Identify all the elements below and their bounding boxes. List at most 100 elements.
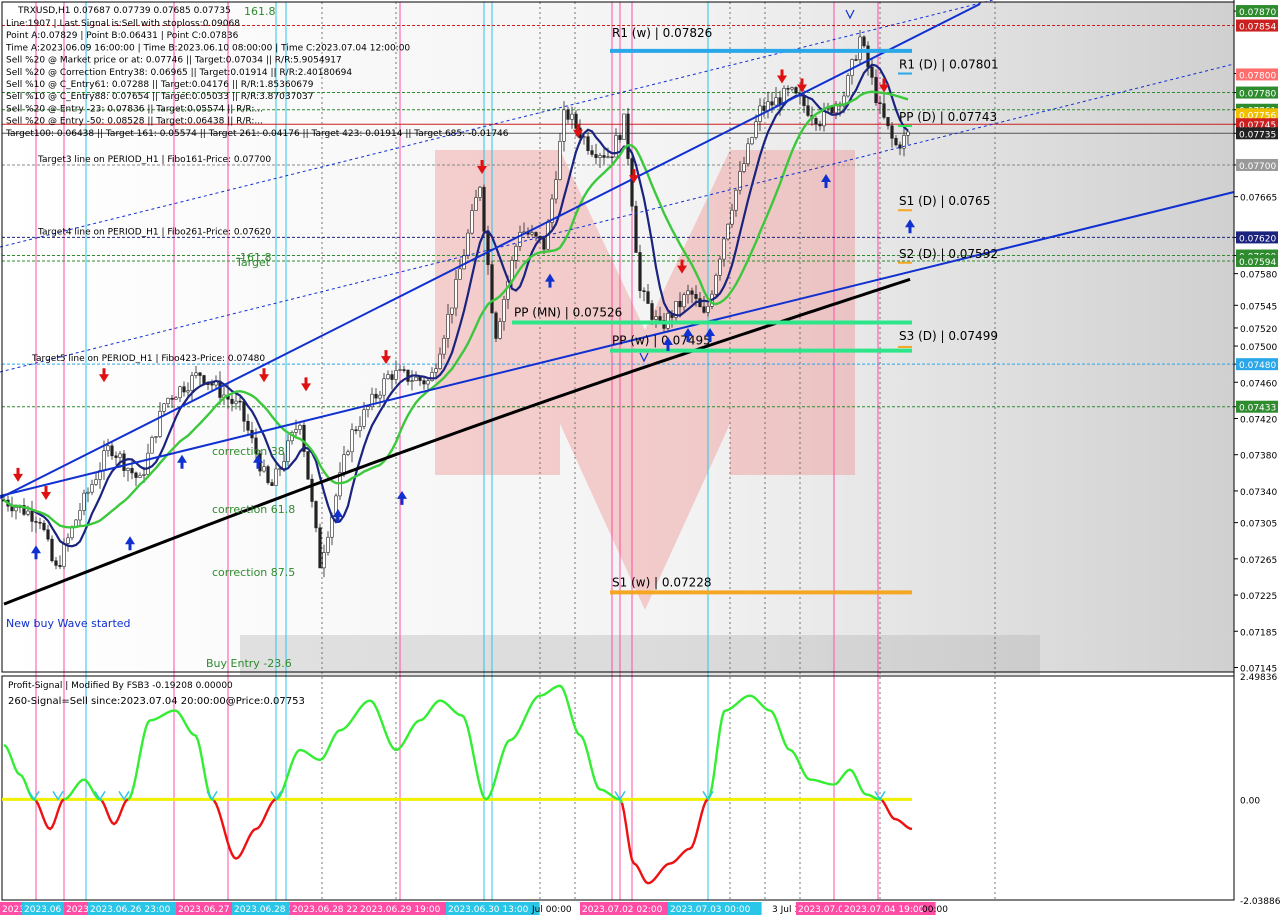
- candle-body: [642, 290, 646, 292]
- time-axis-label: 2023.06.29 19:00: [360, 905, 441, 915]
- candle-body: [30, 510, 34, 522]
- candle-body: [50, 538, 54, 562]
- pivot-level-label: R1 (D) | 0.07801: [899, 58, 999, 72]
- candle-body: [126, 468, 130, 471]
- price-tag: 0.07735: [1236, 127, 1278, 140]
- candle-body: [390, 374, 394, 380]
- chart-annotation: correction 87.5: [212, 566, 295, 579]
- candle-body: [586, 136, 590, 151]
- candle-body: [322, 552, 326, 569]
- candle-body: [694, 294, 698, 299]
- oscillator-title: Profit-Signal | Modified By FSB3 -0.1920…: [8, 681, 233, 691]
- price-tag: 0.07620: [1236, 231, 1278, 244]
- candle-body: [142, 474, 146, 476]
- candle-body: [906, 131, 910, 136]
- pivot-level-label: S3 (D) | 0.07499: [899, 329, 998, 343]
- price-tag-label: 0.07800: [1239, 71, 1276, 81]
- candle-body: [486, 231, 490, 265]
- candle-body: [366, 406, 370, 410]
- candle-body: [846, 75, 850, 97]
- candle-body: [378, 394, 382, 399]
- candle-body: [382, 378, 386, 396]
- candle-body: [894, 138, 898, 146]
- price-axis-label: 0.07580: [1240, 271, 1277, 281]
- candle-body: [418, 376, 422, 381]
- candle-body: [602, 155, 606, 158]
- candle-body: [702, 306, 706, 313]
- candle-body: [858, 36, 862, 61]
- candle-body: [598, 155, 602, 158]
- time-axis-tick: 2023.06.29 19:00: [358, 902, 452, 915]
- signal-info-text: Target100: 0.06438 || Target 161: 0.0557…: [5, 129, 509, 139]
- price-axis-label: 0.07340: [1240, 488, 1277, 498]
- candle-body: [62, 543, 66, 567]
- candle-body: [274, 468, 278, 486]
- price-tag-label: 0.07620: [1239, 234, 1276, 244]
- candle-body: [178, 386, 182, 399]
- candle-body: [162, 403, 166, 412]
- candle-body: [478, 186, 482, 198]
- candle-body: [442, 337, 446, 355]
- price-axis-label: 0.07185: [1240, 628, 1277, 638]
- candle-body: [462, 255, 466, 270]
- candle-body: [46, 529, 50, 540]
- candle-body: [610, 156, 614, 159]
- target-line-label: Target3 line on PERIOD_H1 | Fibo161-Pric…: [37, 155, 271, 165]
- candle-body: [690, 290, 694, 295]
- candle-body: [722, 238, 726, 260]
- candle-body: [190, 375, 194, 391]
- candle-body: [658, 316, 662, 321]
- time-axis-tick: Jul 00:00: [531, 905, 572, 915]
- price-axis-label: 0.07500: [1240, 343, 1277, 353]
- candle-body: [182, 386, 186, 393]
- candle-body: [406, 369, 410, 382]
- trading-chart: R1 (w) | 0.07826 R1 (D) | 0.07801 PP (D) |…: [0, 0, 1280, 920]
- price-tag-label: 0.07735: [1239, 130, 1276, 140]
- candle-body: [606, 156, 610, 159]
- candle-body: [774, 97, 778, 106]
- chart-annotation: New buy Wave started: [6, 617, 131, 630]
- candle-body: [346, 451, 350, 455]
- candle-body: [54, 560, 58, 566]
- candle-body: [234, 400, 238, 404]
- candle-body: [654, 316, 658, 320]
- candle-body: [198, 372, 202, 376]
- candle-body: [514, 246, 518, 261]
- symbol-info-text: TRXUSD,H1 0.07687 0.07739 0.07685 0.0773…: [17, 6, 231, 16]
- candle-body: [102, 450, 106, 471]
- candle-body: [326, 536, 330, 553]
- candle-body: [650, 303, 654, 320]
- time-axis-label: 2023.06.26 23:00: [90, 905, 171, 915]
- candle-body: [534, 232, 538, 237]
- candle-body: [130, 468, 134, 474]
- price-tag-label: 0.07870: [1239, 8, 1276, 18]
- chart-annotation: -161.8: [236, 251, 271, 264]
- candle-body: [718, 258, 722, 276]
- time-axis-tick: 2023.06.26 23:00: [88, 902, 182, 915]
- candle-body: [318, 527, 322, 569]
- price-tag-label: 0.07480: [1239, 361, 1276, 371]
- time-axis-tick: 2023.07.03 00:00: [668, 902, 762, 915]
- candle-body: [874, 77, 878, 104]
- price-tag: 0.07854: [1236, 19, 1278, 33]
- price-tag-label: 0.07854: [1239, 23, 1276, 33]
- candle-body: [806, 105, 810, 116]
- candle-body: [146, 452, 150, 475]
- price-tag: 0.07780: [1236, 86, 1278, 100]
- candle-body: [886, 117, 890, 127]
- candle-body: [90, 484, 94, 493]
- candle-body: [186, 390, 190, 393]
- candle-body: [266, 466, 270, 483]
- time-axis-tick: 00:00: [922, 905, 948, 915]
- candle-body: [554, 179, 558, 200]
- signal-info-text: Time A:2023.06.09 16:00:00 | Time B:2023…: [5, 43, 410, 53]
- time-axis-tick: 3 Jul 1: [772, 905, 800, 915]
- candle-body: [790, 87, 794, 90]
- candle-body: [398, 369, 402, 371]
- candle-body: [502, 299, 506, 322]
- candle-body: [14, 507, 18, 512]
- candle-body: [230, 398, 234, 404]
- pivot-level-label: PP (MN) | 0.07526: [514, 306, 622, 320]
- candle-body: [566, 109, 570, 120]
- candle-body: [558, 141, 562, 180]
